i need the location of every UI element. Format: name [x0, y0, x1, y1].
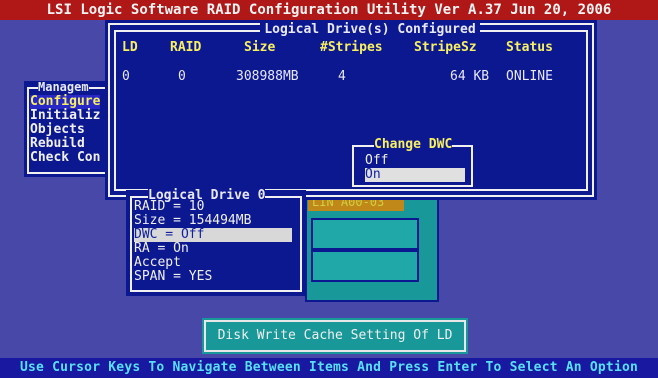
change-dwc-title: Change DWC — [374, 137, 453, 152]
menu-item-check-consistency[interactable]: Check Con — [30, 151, 100, 165]
ld0-ra[interactable]: RA = On — [134, 242, 292, 256]
menu-item-objects[interactable]: Objects — [30, 123, 85, 137]
ld0-dwc[interactable]: DWC = Off — [134, 228, 292, 242]
ld0-span[interactable]: SPAN = YES — [134, 270, 292, 284]
logical-drives-title: Logical Drive(s) Configured — [260, 23, 480, 37]
ld0-raid[interactable]: RAID = 10 — [134, 200, 292, 214]
menu-item-configure[interactable]: Configure — [30, 95, 101, 109]
management-menu-title: Managem — [38, 80, 89, 94]
hint-box: Disk Write Cache Setting Of LD — [204, 320, 466, 352]
cell-stripesz: 64 KB — [450, 69, 490, 84]
array-row — [311, 250, 419, 282]
header-ld: LD — [122, 40, 138, 55]
cell-ld: 0 — [122, 69, 130, 84]
cell-stripes: 4 — [338, 69, 346, 84]
status-bar: Use Cursor Keys To Navigate Between Item… — [0, 358, 658, 378]
menu-item-initialize[interactable]: Initializ — [30, 109, 100, 123]
dwc-option-off[interactable]: Off — [365, 154, 465, 168]
ld0-accept[interactable]: Accept — [134, 256, 292, 270]
array-row — [311, 218, 419, 250]
menu-item-rebuild[interactable]: Rebuild — [30, 137, 85, 151]
header-stripes: #Stripes — [320, 40, 383, 55]
header-raid: RAID — [170, 40, 202, 55]
header-stripesz: StripeSz — [414, 40, 477, 55]
cell-status: ONLINE — [506, 69, 553, 84]
ld0-size[interactable]: Size = 154494MB — [134, 214, 292, 228]
logical-drive-0-window: Logical Drive 0 RAID = 10 Size = 154494M… — [126, 189, 306, 296]
management-menu: Managem Configure Initializ Objects Rebu… — [24, 81, 108, 177]
title-bar: LSI Logic Software RAID Configuration Ut… — [0, 0, 658, 20]
cell-raid: 0 — [178, 69, 186, 84]
logical-drives-window: Logical Drive(s) Configured LD RAID Size… — [108, 23, 594, 197]
header-status: Status — [506, 40, 553, 55]
header-size: Size — [244, 40, 276, 55]
change-dwc-popup: Change DWC Off On — [352, 137, 473, 187]
cell-size: 308988MB — [236, 69, 299, 84]
dwc-option-on[interactable]: On — [365, 168, 465, 182]
